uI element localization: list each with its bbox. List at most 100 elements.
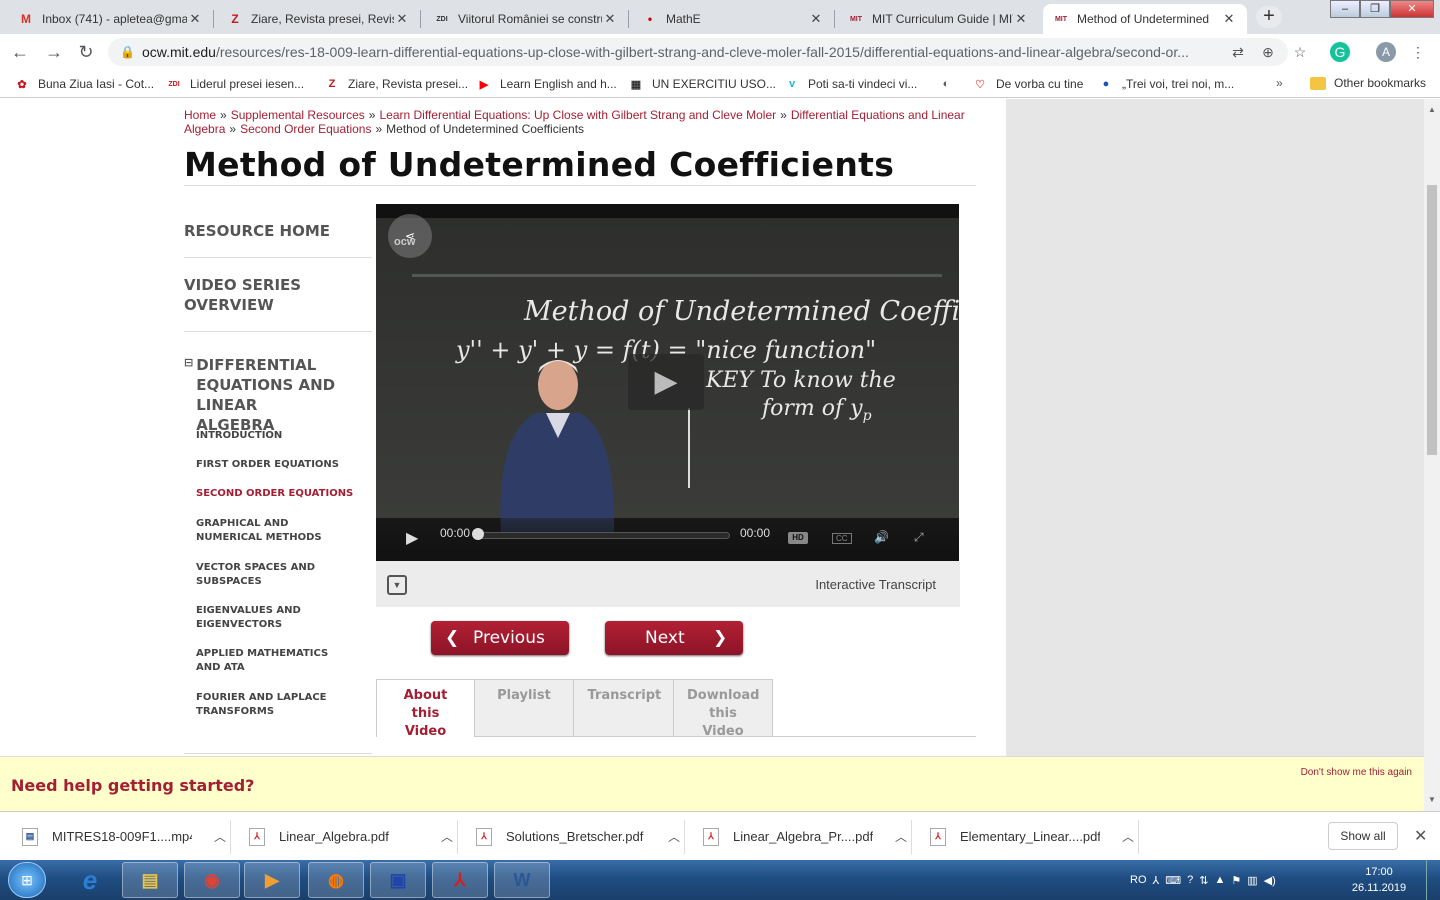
next-button[interactable]: Next ❯ [605, 621, 743, 655]
bookmark-item[interactable]: ◐ [938, 76, 962, 92]
bookmark-item[interactable]: ✿ Buna Ziua Iasi - Cot... [14, 76, 154, 92]
action-center-icon[interactable]: ⚑ [1231, 874, 1241, 887]
nav-video-series-overview[interactable]: VIDEO SERIES OVERVIEW [184, 275, 304, 315]
progress-bar[interactable] [476, 532, 730, 539]
bookmark-item[interactable]: ● „Trei voi, trei noi, m... [1098, 76, 1235, 92]
transcript-toggle-icon[interactable]: ▼ [387, 575, 407, 595]
browser-tab[interactable]: • MathE ✕ [632, 4, 834, 34]
bookmark-item[interactable]: ▶ Learn English and h... [476, 76, 617, 92]
page-scrollbar[interactable]: ▲ ▼ [1424, 99, 1440, 811]
nav-subitem[interactable]: FIRST ORDER EQUATIONS [196, 458, 366, 472]
tray-arrows-icon[interactable]: ⇅ [1199, 874, 1208, 887]
video-player[interactable]: Method of Undetermined Coefficients y'' … [376, 204, 959, 561]
show-desktop-button[interactable] [1426, 860, 1440, 900]
chevron-up-icon[interactable]: ︿ [1122, 828, 1134, 845]
tab-close-icon[interactable]: ✕ [1013, 11, 1029, 27]
download-item[interactable]: ⅄ Elementary_Linear....pdf ︿ [930, 812, 1134, 861]
tab-close-icon[interactable]: ✕ [602, 11, 618, 27]
tab-playlist[interactable]: Playlist [474, 679, 574, 737]
tab-about[interactable]: About this Video [376, 679, 475, 739]
bookmark-item[interactable]: ZDI Liderul presei iesen... [166, 76, 304, 92]
nav-subitem[interactable]: SECOND ORDER EQUATIONS [196, 487, 366, 501]
browser-tab[interactable]: MIT MIT Curriculum Guide | MIT ✕ [838, 4, 1039, 34]
media-player-icon[interactable]: ▶ [244, 862, 300, 898]
nav-subitem[interactable]: VECTOR SPACES AND SUBSPACES [196, 561, 346, 589]
reload-button[interactable]: ↻ [74, 40, 98, 64]
show-all-downloads-button[interactable]: Show all [1328, 822, 1398, 850]
bookmark-item[interactable]: v Poti sa-ti vindeci vi... [784, 76, 917, 92]
browser-tab[interactable]: ZDI Viitorul României se construiește✕ [424, 4, 628, 34]
nav-subitem[interactable]: GRAPHICAL AND NUMERICAL METHODS [196, 517, 346, 545]
dont-show-again-link[interactable]: Don't show me this again [1301, 767, 1412, 778]
bookmarks-overflow-button[interactable]: » [1276, 76, 1283, 90]
tab-transcript[interactable]: Transcript [573, 679, 674, 737]
collapse-icon[interactable]: ⊟ [184, 355, 193, 435]
browser-tab[interactable]: Z Ziare, Revista presei, Revista ✕ [217, 4, 420, 34]
breadcrumb-link[interactable]: Home [184, 108, 216, 122]
bookmark-item[interactable]: ▦ UN EXERCITIU USO... [628, 76, 776, 92]
breadcrumb-link[interactable]: Supplemental Resources [231, 108, 365, 122]
zoom-icon[interactable]: ⊕ [1258, 42, 1278, 62]
volume-icon[interactable]: 🔊 [874, 530, 889, 544]
closed-captions-button[interactable]: CC [832, 533, 852, 544]
profile-avatar[interactable]: A [1376, 42, 1396, 62]
chevron-up-icon[interactable]: ︿ [895, 828, 907, 845]
file-explorer-icon[interactable]: ▤ [122, 862, 178, 898]
close-window-button[interactable]: ✕ [1390, 0, 1434, 18]
acrobat-icon[interactable]: ⅄ [432, 862, 488, 898]
bookmark-item[interactable]: ♡ De vorba cu tine [972, 76, 1083, 92]
address-bar[interactable]: 🔒 ocw.mit.edu/resources/res-18-009-learn… [108, 38, 1288, 66]
nav-subitem[interactable]: INTRODUCTION [196, 429, 366, 443]
browser-tab[interactable]: M Inbox (741) - apletea@gmail.com✕ [8, 4, 213, 34]
chevron-up-icon[interactable]: ︿ [441, 828, 453, 845]
show-hidden-icon[interactable]: ▲ [1214, 874, 1225, 886]
tab-close-icon[interactable]: ✕ [394, 11, 410, 27]
tab-close-icon[interactable]: ✕ [187, 11, 203, 27]
previous-button[interactable]: ❮ Previous [431, 621, 569, 655]
grammarly-icon[interactable]: G [1330, 42, 1350, 62]
restore-button[interactable]: ❐ [1360, 0, 1390, 18]
play-icon[interactable]: ▶ [406, 528, 418, 548]
bookmark-item[interactable]: Z Ziare, Revista presei... [324, 76, 468, 92]
pdf-tray-icon[interactable]: ⅄ [1153, 874, 1160, 887]
scroll-up-arrow-icon[interactable]: ▲ [1428, 105, 1436, 114]
network-icon[interactable]: ▥ [1247, 874, 1257, 887]
translate-icon[interactable]: ⇄ [1228, 42, 1248, 62]
chevron-up-icon[interactable]: ︿ [668, 828, 680, 845]
breadcrumb-link[interactable]: Learn Differential Equations: Up Close w… [379, 108, 776, 122]
nav-subitem[interactable]: EIGENVALUES AND EIGENVECTORS [196, 604, 346, 632]
volume-tray-icon[interactable]: ◀) [1264, 874, 1276, 887]
new-tab-button[interactable]: + [1256, 6, 1282, 28]
nav-subitem[interactable]: APPLIED MATHEMATICS AND ATA [196, 647, 346, 675]
bookmark-star-icon[interactable]: ☆ [1290, 42, 1310, 62]
scrollbar-thumb[interactable] [1427, 185, 1437, 455]
start-button[interactable]: ⊞ [8, 862, 46, 898]
firefox-icon[interactable]: ◍ [308, 862, 364, 898]
back-button[interactable]: ← [8, 40, 32, 64]
close-downloads-icon[interactable]: ✕ [1414, 826, 1427, 846]
interactive-transcript-label[interactable]: Interactive Transcript [815, 577, 936, 592]
progress-handle[interactable] [472, 528, 484, 540]
internet-explorer-icon[interactable]: e [62, 862, 118, 898]
breadcrumb-link[interactable]: Second Order Equations [240, 122, 371, 136]
language-indicator[interactable]: RO [1130, 874, 1147, 886]
download-item[interactable]: ⅄ Linear_Algebra.pdf ︿ [249, 812, 453, 861]
minimize-button[interactable]: – [1330, 0, 1360, 18]
help-question[interactable]: Need help getting started? [11, 776, 254, 795]
tab-close-icon[interactable]: ✕ [808, 11, 824, 27]
browser-tab[interactable]: MIT Method of Undetermined ✕ [1043, 4, 1247, 34]
clock[interactable]: 17:00 26.11.2019 [1344, 864, 1414, 896]
word-icon[interactable]: W [494, 862, 550, 898]
nav-section[interactable]: ⊟ DIFFERENTIAL EQUATIONS AND LINEAR ALGE… [184, 355, 372, 435]
nav-subitem[interactable]: FOURIER AND LAPLACE TRANSFORMS [196, 691, 346, 719]
forward-button[interactable]: → [42, 40, 66, 64]
download-item[interactable]: ▤ MITRES18-009F1....mp4 ︿ [22, 812, 226, 861]
help-icon[interactable]: ? [1187, 874, 1193, 886]
download-item[interactable]: ⅄ Solutions_Bretscher.pdf ︿ [476, 812, 680, 861]
save-app-icon[interactable]: ▣ [370, 862, 426, 898]
tab-download[interactable]: Download this Video [673, 679, 773, 739]
keyboard-icon[interactable]: ⌨ [1165, 874, 1181, 887]
scroll-down-arrow-icon[interactable]: ▼ [1428, 795, 1436, 804]
other-bookmarks[interactable]: Other bookmarks [1310, 76, 1426, 90]
nav-resource-home[interactable]: RESOURCE HOME [184, 221, 372, 241]
